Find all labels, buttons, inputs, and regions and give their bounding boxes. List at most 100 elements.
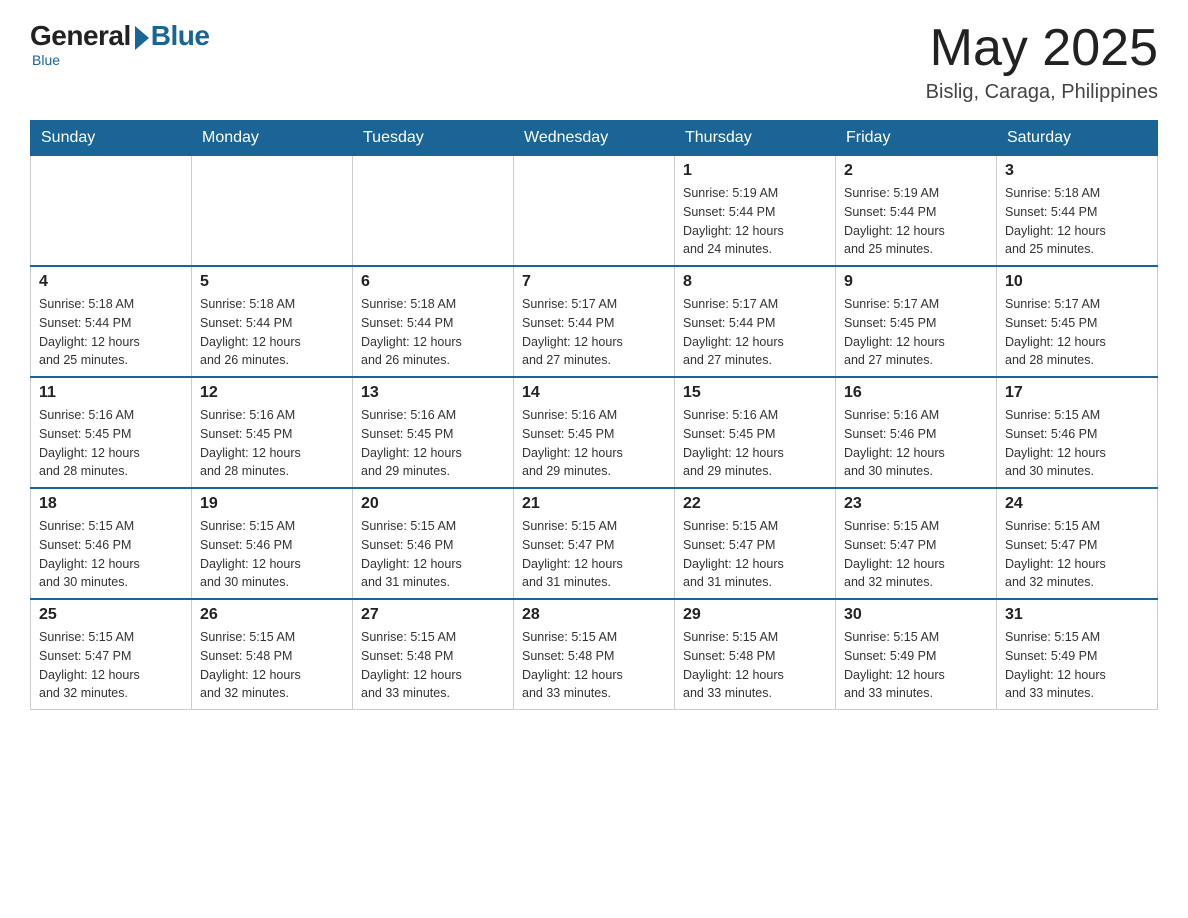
day-number: 19 [200, 495, 344, 513]
day-info: Sunrise: 5:16 AM Sunset: 5:45 PM Dayligh… [522, 406, 666, 481]
day-number: 28 [522, 606, 666, 624]
calendar-header-tuesday: Tuesday [353, 121, 514, 156]
logo-subtitle: Blue [32, 52, 60, 68]
day-info: Sunrise: 5:16 AM Sunset: 5:46 PM Dayligh… [844, 406, 988, 481]
calendar-week-row: 25 Sunrise: 5:15 AM Sunset: 5:47 PM Dayli… [31, 599, 1158, 710]
day-info: Sunrise: 5:16 AM Sunset: 5:45 PM Dayligh… [361, 406, 505, 481]
day-info: Sunrise: 5:18 AM Sunset: 5:44 PM Dayligh… [39, 295, 183, 370]
calendar-cell: 25 Sunrise: 5:15 AM Sunset: 5:47 PM Dayli… [31, 599, 192, 710]
calendar-cell: 24 Sunrise: 5:15 AM Sunset: 5:47 PM Dayli… [997, 488, 1158, 599]
day-number: 1 [683, 162, 827, 180]
day-info: Sunrise: 5:15 AM Sunset: 5:47 PM Dayligh… [1005, 517, 1149, 592]
calendar-cell [514, 156, 675, 267]
day-number: 12 [200, 384, 344, 402]
day-info: Sunrise: 5:15 AM Sunset: 5:49 PM Dayligh… [1005, 628, 1149, 703]
day-info: Sunrise: 5:16 AM Sunset: 5:45 PM Dayligh… [39, 406, 183, 481]
day-number: 3 [1005, 162, 1149, 180]
day-info: Sunrise: 5:15 AM Sunset: 5:48 PM Dayligh… [522, 628, 666, 703]
calendar-cell: 21Sunrise: 5:15 AM Sunset: 5:47 PM Dayli… [514, 488, 675, 599]
day-info: Sunrise: 5:18 AM Sunset: 5:44 PM Dayligh… [1005, 184, 1149, 259]
day-info: Sunrise: 5:15 AM Sunset: 5:46 PM Dayligh… [39, 517, 183, 592]
day-info: Sunrise: 5:18 AM Sunset: 5:44 PM Dayligh… [361, 295, 505, 370]
calendar-cell: 16 Sunrise: 5:16 AM Sunset: 5:46 PM Dayli… [836, 377, 997, 488]
day-number: 7 [522, 273, 666, 291]
calendar-header-monday: Monday [192, 121, 353, 156]
calendar-table: SundayMondayTuesdayWednesdayThursdayFrid… [30, 120, 1158, 710]
calendar-header-row: SundayMondayTuesdayWednesdayThursdayFrid… [31, 121, 1158, 156]
day-number: 6 [361, 273, 505, 291]
logo-blue-text: Blue [151, 20, 210, 52]
calendar-cell: 13 Sunrise: 5:16 AM Sunset: 5:45 PM Dayli… [353, 377, 514, 488]
calendar-week-row: 1 Sunrise: 5:19 AM Sunset: 5:44 PM Daylig… [31, 156, 1158, 267]
day-info: Sunrise: 5:15 AM Sunset: 5:47 PM Dayligh… [39, 628, 183, 703]
month-title: May 2025 [926, 20, 1158, 77]
calendar-week-row: 11 Sunrise: 5:16 AM Sunset: 5:45 PM Dayli… [31, 377, 1158, 488]
calendar-cell: 28 Sunrise: 5:15 AM Sunset: 5:48 PM Dayli… [514, 599, 675, 710]
day-number: 13 [361, 384, 505, 402]
calendar-cell [31, 156, 192, 267]
day-number: 25 [39, 606, 183, 624]
day-number: 29 [683, 606, 827, 624]
day-number: 17 [1005, 384, 1149, 402]
day-number: 27 [361, 606, 505, 624]
day-info: Sunrise: 5:15 AM Sunset: 5:46 PM Dayligh… [361, 517, 505, 592]
day-info: Sunrise: 5:15 AM Sunset: 5:47 PM Dayligh… [683, 517, 827, 592]
day-number: 26 [200, 606, 344, 624]
day-number: 30 [844, 606, 988, 624]
day-number: 31 [1005, 606, 1149, 624]
day-info: Sunrise: 5:17 AM Sunset: 5:45 PM Dayligh… [1005, 295, 1149, 370]
calendar-cell: 26 Sunrise: 5:15 AM Sunset: 5:48 PM Dayli… [192, 599, 353, 710]
calendar-cell: 20Sunrise: 5:15 AM Sunset: 5:46 PM Dayli… [353, 488, 514, 599]
day-number: 2 [844, 162, 988, 180]
day-info: Sunrise: 5:15 AM Sunset: 5:47 PM Dayligh… [522, 517, 666, 592]
day-info: Sunrise: 5:15 AM Sunset: 5:48 PM Dayligh… [361, 628, 505, 703]
day-info: Sunrise: 5:16 AM Sunset: 5:45 PM Dayligh… [683, 406, 827, 481]
day-info: Sunrise: 5:17 AM Sunset: 5:44 PM Dayligh… [522, 295, 666, 370]
calendar-cell: 29 Sunrise: 5:15 AM Sunset: 5:48 PM Dayli… [675, 599, 836, 710]
calendar-cell: 1 Sunrise: 5:19 AM Sunset: 5:44 PM Daylig… [675, 156, 836, 267]
calendar-cell: 15 Sunrise: 5:16 AM Sunset: 5:45 PM Dayli… [675, 377, 836, 488]
day-info: Sunrise: 5:15 AM Sunset: 5:48 PM Dayligh… [200, 628, 344, 703]
logo-general-text: General [30, 20, 131, 52]
day-info: Sunrise: 5:15 AM Sunset: 5:48 PM Dayligh… [683, 628, 827, 703]
calendar-cell: 3 Sunrise: 5:18 AM Sunset: 5:44 PM Daylig… [997, 156, 1158, 267]
calendar-cell: 17 Sunrise: 5:15 AM Sunset: 5:46 PM Dayli… [997, 377, 1158, 488]
calendar-cell: 18Sunrise: 5:15 AM Sunset: 5:46 PM Dayli… [31, 488, 192, 599]
day-info: Sunrise: 5:16 AM Sunset: 5:45 PM Dayligh… [200, 406, 344, 481]
calendar-cell: 11 Sunrise: 5:16 AM Sunset: 5:45 PM Dayli… [31, 377, 192, 488]
location-text: Bislig, Caraga, Philippines [926, 81, 1158, 104]
day-number: 10 [1005, 273, 1149, 291]
day-number: 11 [39, 384, 183, 402]
title-section: May 2025 Bislig, Caraga, Philippines [926, 20, 1158, 104]
day-info: Sunrise: 5:15 AM Sunset: 5:46 PM Dayligh… [1005, 406, 1149, 481]
day-number: 22 [683, 495, 827, 513]
calendar-cell: 2 Sunrise: 5:19 AM Sunset: 5:44 PM Daylig… [836, 156, 997, 267]
day-number: 8 [683, 273, 827, 291]
day-number: 16 [844, 384, 988, 402]
day-number: 4 [39, 273, 183, 291]
day-number: 24 [1005, 495, 1149, 513]
calendar-cell: 7 Sunrise: 5:17 AM Sunset: 5:44 PM Daylig… [514, 266, 675, 377]
day-number: 5 [200, 273, 344, 291]
day-info: Sunrise: 5:17 AM Sunset: 5:45 PM Dayligh… [844, 295, 988, 370]
logo-arrow-icon [135, 26, 149, 50]
day-info: Sunrise: 5:19 AM Sunset: 5:44 PM Dayligh… [844, 184, 988, 259]
day-number: 23 [844, 495, 988, 513]
day-info: Sunrise: 5:15 AM Sunset: 5:46 PM Dayligh… [200, 517, 344, 592]
calendar-week-row: 4 Sunrise: 5:18 AM Sunset: 5:44 PM Daylig… [31, 266, 1158, 377]
day-info: Sunrise: 5:19 AM Sunset: 5:44 PM Dayligh… [683, 184, 827, 259]
day-number: 14 [522, 384, 666, 402]
day-number: 15 [683, 384, 827, 402]
day-info: Sunrise: 5:15 AM Sunset: 5:47 PM Dayligh… [844, 517, 988, 592]
calendar-cell: 19 Sunrise: 5:15 AM Sunset: 5:46 PM Dayli… [192, 488, 353, 599]
calendar-header-wednesday: Wednesday [514, 121, 675, 156]
day-info: Sunrise: 5:18 AM Sunset: 5:44 PM Dayligh… [200, 295, 344, 370]
calendar-header-saturday: Saturday [997, 121, 1158, 156]
logo: General Blue Blue [30, 20, 209, 68]
calendar-cell: 8Sunrise: 5:17 AM Sunset: 5:44 PM Daylig… [675, 266, 836, 377]
calendar-cell: 10 Sunrise: 5:17 AM Sunset: 5:45 PM Dayli… [997, 266, 1158, 377]
calendar-cell: 23 Sunrise: 5:15 AM Sunset: 5:47 PM Dayli… [836, 488, 997, 599]
calendar-week-row: 18Sunrise: 5:15 AM Sunset: 5:46 PM Dayli… [31, 488, 1158, 599]
calendar-cell: 14 Sunrise: 5:16 AM Sunset: 5:45 PM Dayli… [514, 377, 675, 488]
calendar-cell: 4 Sunrise: 5:18 AM Sunset: 5:44 PM Daylig… [31, 266, 192, 377]
